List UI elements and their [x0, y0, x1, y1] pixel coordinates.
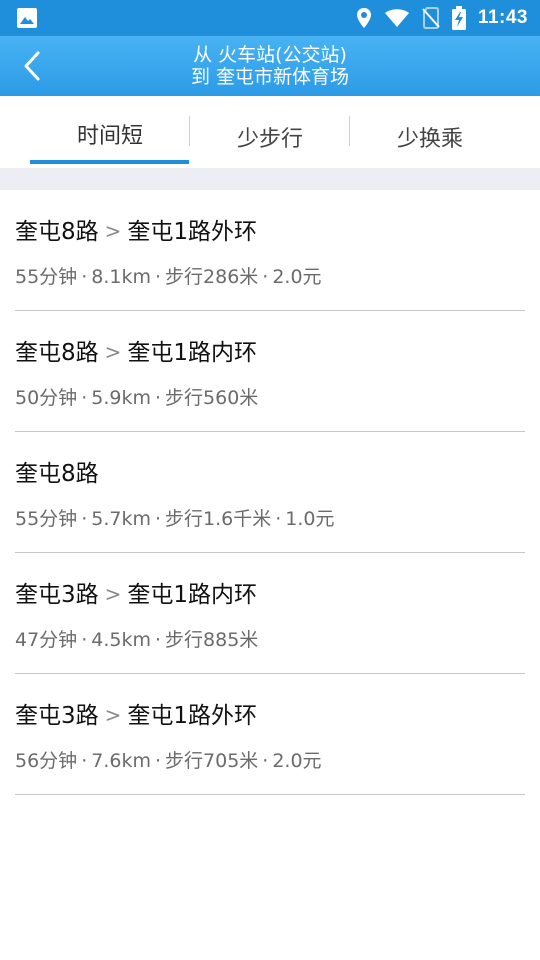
sort-tabs: 时间短 少步行 少换乘: [0, 96, 540, 168]
wifi-icon: [384, 8, 410, 28]
bus-line-name: 奎屯8路: [15, 340, 99, 366]
tab-shortest-time[interactable]: 时间短: [20, 96, 200, 168]
bus-line-name: 奎屯3路: [15, 582, 99, 608]
route-lines: 奎屯3路 > 奎屯1路外环: [15, 696, 257, 730]
transfer-separator: >: [104, 340, 122, 364]
bus-line-name: 奎屯1路外环: [127, 219, 258, 245]
bus-line-name: 奎屯8路: [15, 461, 99, 487]
route-duration: 55分钟: [15, 508, 78, 530]
chevron-left-icon: [24, 51, 40, 81]
transfer-separator: >: [104, 703, 122, 727]
route-distance: 5.7km: [91, 508, 151, 530]
meta-dot: ·: [154, 750, 162, 772]
route-walk: 步行560米: [165, 387, 259, 409]
bus-line-name: 奎屯8路: [15, 219, 99, 245]
route-duration: 47分钟: [15, 629, 78, 651]
back-button[interactable]: [12, 46, 52, 86]
route-item[interactable]: 奎屯3路 > 奎屯1路内环 47分钟 · 4.5km · 步行885米: [15, 553, 525, 674]
route-lines: 奎屯3路 > 奎屯1路内环: [15, 575, 257, 609]
transfer-separator: >: [104, 582, 122, 606]
meta-dot: ·: [81, 508, 88, 530]
tab-fewest-transfers[interactable]: 少换乘: [340, 96, 520, 168]
route-fare: 1.0元: [285, 508, 335, 530]
location-icon: [356, 7, 372, 29]
meta-dot: ·: [81, 266, 88, 288]
image-icon: [16, 7, 38, 29]
route-distance: 7.6km: [91, 750, 151, 772]
route-distance: 8.1km: [91, 266, 151, 288]
destination-name: 奎屯市新体育场: [216, 66, 350, 88]
meta-dot: ·: [81, 629, 88, 651]
section-spacer: [0, 168, 540, 190]
bus-line-name: 奎屯3路: [15, 703, 99, 729]
meta-dot: ·: [154, 629, 162, 651]
route-duration: 50分钟: [15, 387, 78, 409]
route-walk: 步行705米: [165, 750, 259, 772]
route-details: 55分钟 · 5.7km · 步行1.6千米 · 1.0元: [15, 504, 335, 531]
route-distance: 5.9km: [91, 387, 151, 409]
meta-dot: ·: [81, 750, 88, 772]
tab-least-walking[interactable]: 少步行: [180, 96, 360, 168]
bus-line-name: 奎屯1路内环: [127, 340, 258, 366]
status-bar: 11:43: [0, 0, 540, 36]
route-walk: 步行286米: [165, 266, 259, 288]
route-walk: 步行885米: [165, 629, 259, 651]
status-icons: 11:43: [356, 6, 528, 30]
route-details: 47分钟 · 4.5km · 步行885米: [15, 625, 258, 652]
meta-dot: ·: [154, 266, 162, 288]
destination-prefix: 到: [190, 66, 210, 88]
route-item[interactable]: 奎屯8路 55分钟 · 5.7km · 步行1.6千米 · 1.0元: [15, 432, 525, 553]
route-details: 55分钟 · 8.1km · 步行286米 · 2.0元: [15, 262, 322, 289]
route-lines: 奎屯8路 > 奎屯1路外环: [15, 212, 257, 246]
meta-dot: ·: [154, 387, 162, 409]
bus-line-name: 奎屯1路内环: [127, 582, 258, 608]
route-details: 50分钟 · 5.9km · 步行560米: [15, 383, 258, 410]
route-duration: 56分钟: [15, 750, 78, 772]
route-fare: 2.0元: [272, 750, 322, 772]
app-header: 从火车站(公交站) 到奎屯市新体育场: [0, 36, 540, 96]
no-sim-icon: [422, 7, 440, 29]
route-lines: 奎屯8路: [15, 454, 99, 488]
meta-dot: ·: [154, 508, 162, 530]
route-lines: 奎屯8路 > 奎屯1路内环: [15, 333, 257, 367]
route-duration: 55分钟: [15, 266, 78, 288]
route-fare: 2.0元: [272, 266, 322, 288]
meta-dot: ·: [262, 750, 269, 772]
active-tab-indicator: [30, 160, 189, 164]
meta-dot: ·: [275, 508, 282, 530]
route-item[interactable]: 奎屯8路 > 奎屯1路内环 50分钟 · 5.9km · 步行560米: [15, 311, 525, 432]
transfer-separator: >: [104, 219, 122, 243]
route-item[interactable]: 奎屯8路 > 奎屯1路外环 55分钟 · 8.1km · 步行286米 · 2.0元: [15, 190, 525, 311]
bus-line-name: 奎屯1路外环: [127, 703, 258, 729]
meta-dot: ·: [262, 266, 269, 288]
route-walk: 步行1.6千米: [165, 508, 272, 530]
status-time: 11:43: [477, 7, 528, 28]
route-distance: 4.5km: [91, 629, 151, 651]
route-list: 奎屯8路 > 奎屯1路外环 55分钟 · 8.1km · 步行286米 · 2.0元 奎屯8路 > 奎屯…: [0, 190, 540, 795]
origin-name: 火车站(公交站): [218, 44, 347, 66]
battery-charging-icon: [451, 6, 466, 30]
route-details: 56分钟 · 7.6km · 步行705米 · 2.0元: [15, 746, 322, 773]
origin-prefix: 从: [193, 44, 213, 66]
route-title-block: 从火车站(公交站) 到奎屯市新体育场: [90, 44, 450, 88]
origin-line: 从火车站(公交站): [90, 44, 450, 66]
route-item[interactable]: 奎屯3路 > 奎屯1路外环 56分钟 · 7.6km · 步行705米 · 2.0元: [15, 674, 525, 795]
meta-dot: ·: [81, 387, 88, 409]
destination-line: 到奎屯市新体育场: [90, 66, 450, 88]
